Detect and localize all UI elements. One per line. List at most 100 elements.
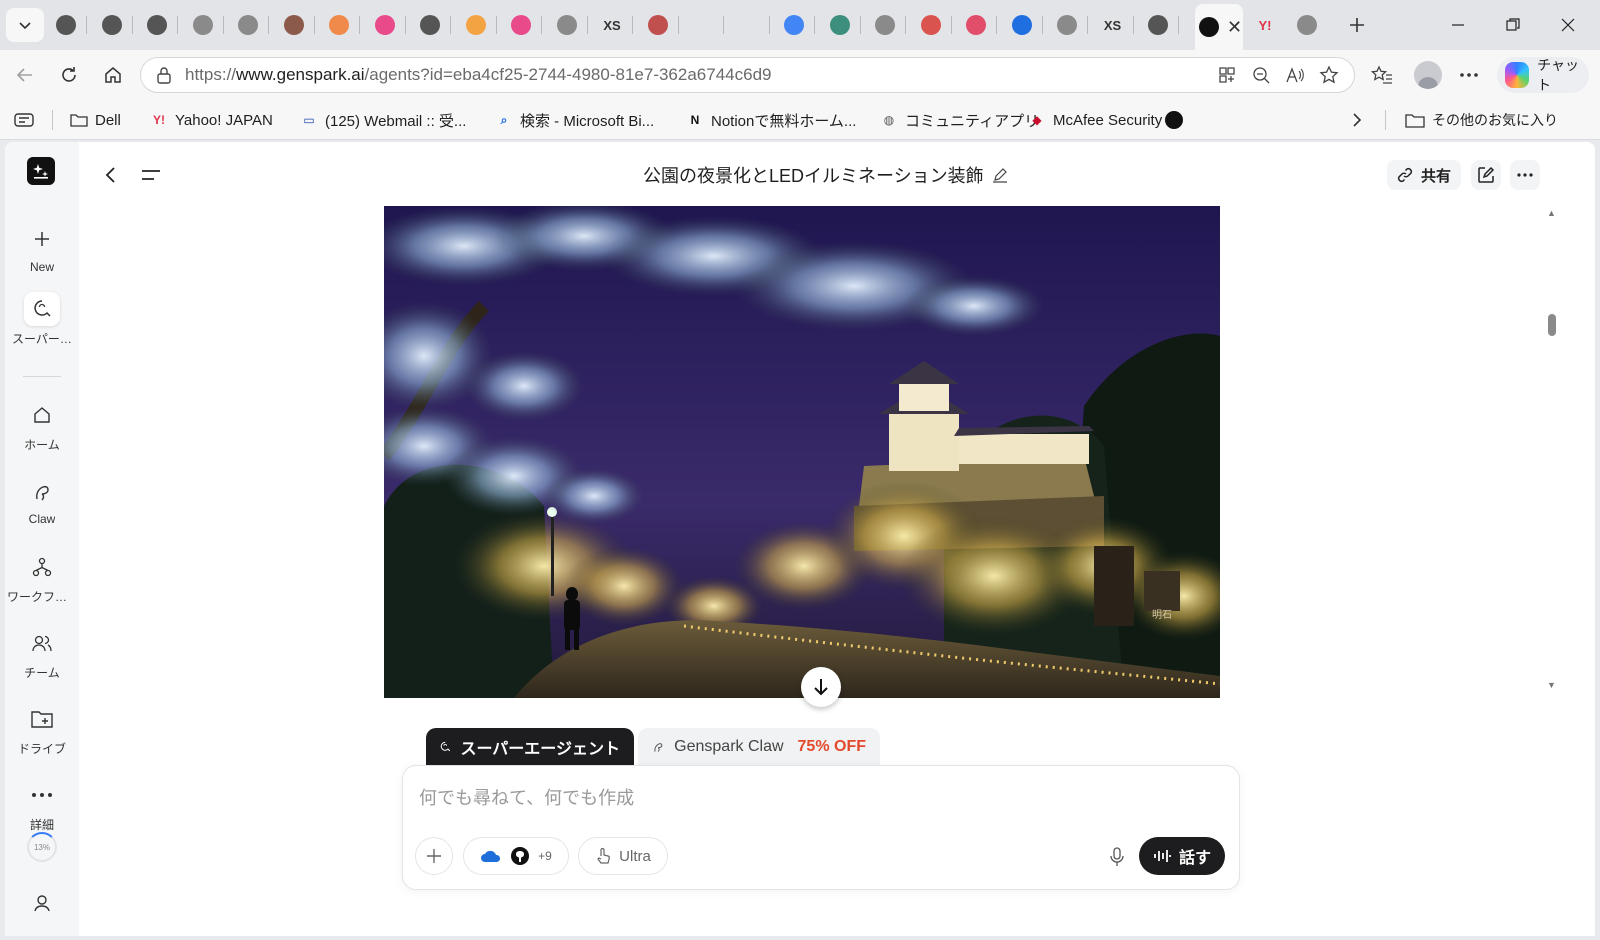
sidebar-item[interactable]: Claw [5,474,79,526]
history-menu-button[interactable] [136,160,166,190]
browser-tab[interactable]: XS [1103,8,1134,42]
browser-tab[interactable] [374,8,406,42]
browser-tab[interactable] [283,8,315,42]
browser-tab[interactable] [966,8,997,42]
tab-actions-menu-button[interactable] [6,8,44,42]
active-tab[interactable]: ✕ [1195,4,1243,50]
scroll-to-bottom-button[interactable] [801,667,841,707]
bookmark-item[interactable]: ▭ (125) Webmail :: 受... [300,108,466,132]
browser-tab[interactable] [1057,8,1088,42]
bookmark-item[interactable]: Dell [70,108,121,132]
profile-button[interactable] [1408,58,1448,92]
sidebar-new-button[interactable]: New [5,222,79,274]
back-button[interactable] [8,58,42,92]
sidebar-item[interactable]: ドライブ [5,702,79,757]
scrollbar-thumb[interactable] [1548,314,1556,336]
browser-tab[interactable] [1148,8,1179,42]
browser-tab[interactable] [556,8,588,42]
integrations-button[interactable]: +9 [463,837,569,875]
home-button[interactable] [96,58,130,92]
prompt-composer[interactable]: 何でも尋ねて、何でも作成 +9 Ultra 話す [402,765,1240,890]
sidebar-item[interactable]: スーパー… [5,292,79,347]
browser-tab[interactable] [101,8,133,42]
read-aloud-icon[interactable] [1284,64,1306,86]
share-button[interactable]: 共有 [1387,160,1461,190]
edit-pencil-icon[interactable] [992,167,1008,183]
other-favorites-folder[interactable]: その他のお気に入り [1405,108,1558,132]
settings-more-button[interactable] [1452,58,1486,92]
browser-tab[interactable]: XS [602,8,633,42]
close-tab-icon[interactable]: ✕ [1227,17,1242,38]
browser-tab[interactable] [875,8,906,42]
genspark-logo[interactable] [27,157,55,185]
app-available-icon[interactable] [1216,64,1238,86]
browser-tab[interactable] [920,8,952,42]
browser-tab[interactable] [1297,8,1317,42]
add-attachment-button[interactable] [415,837,453,875]
model-selector-button[interactable]: Ultra [578,837,668,875]
page-title[interactable]: 公園の夜景化とLEDイルミネーション装飾 [643,162,1008,188]
minimize-window-button[interactable] [1435,8,1481,42]
new-chat-button[interactable] [1471,160,1501,190]
browser-tab[interactable] [238,8,269,42]
browser-tab[interactable] [1011,8,1043,42]
browser-tab[interactable] [739,8,770,42]
browser-tab[interactable] [147,8,178,42]
voice-input-button[interactable] [1106,846,1128,868]
menu-lines-icon [142,170,160,180]
zoom-out-icon[interactable] [1250,64,1272,86]
bookmark-smiley[interactable] [1165,108,1183,132]
sidebar-item[interactable]: 詳細 [5,778,79,833]
sidebar-item[interactable]: ワークフロー [5,550,79,605]
talk-button[interactable]: 話す [1139,837,1225,875]
super-agent-mode-tab[interactable]: スーパーエージェント [426,728,634,766]
app-grid-icon [511,15,531,35]
bookmark-item[interactable]: N Notionで無料ホーム... [686,108,857,132]
reading-list-button[interactable] [14,108,34,132]
scroll-down-arrow-icon[interactable]: ▼ [1547,680,1556,690]
browser-tab[interactable] [420,8,451,42]
more-options-button[interactable] [1510,160,1540,190]
generated-image[interactable]: 明石 [384,206,1220,698]
bookmark-item[interactable]: ◆ McAfee Security [1028,108,1162,132]
prompt-input[interactable]: 何でも尋ねて、何でも作成 [419,784,634,810]
new-tab-button[interactable] [1340,8,1374,42]
favorites-button[interactable] [1365,58,1399,92]
url-text[interactable]: https://www.genspark.ai/agents?id=eba4cf… [185,65,771,85]
restore-window-button[interactable] [1490,8,1536,42]
browser-tab[interactable] [329,8,360,42]
tab-separator [313,16,315,34]
bookmark-item[interactable]: ◍ コミュニティアプリ [880,108,1039,132]
sidebar-account-button[interactable] [5,886,79,920]
bookmarks-overflow-button[interactable] [1352,108,1362,132]
genspark-claw-mode-tab[interactable]: Genspark Claw 75% OFF [638,728,880,766]
reload-button[interactable] [52,58,86,92]
browser-tab[interactable] [56,8,87,42]
back-nav-button[interactable] [95,160,125,190]
usage-progress-text: 13% [33,842,50,852]
content-scrollbar[interactable]: ▲ ▼ [1545,208,1559,694]
favorite-star-icon[interactable] [1318,64,1340,86]
close-window-button[interactable] [1545,8,1591,42]
sidebar-item[interactable]: ホーム [5,398,79,453]
browser-tab[interactable] [465,8,497,42]
browser-tab[interactable] [784,8,815,42]
browser-tab[interactable] [693,8,724,42]
bookmarks-divider [52,110,53,130]
browser-tab[interactable] [511,8,542,42]
tab-separator [859,16,861,34]
globe-icon [1057,15,1077,35]
scroll-up-arrow-icon[interactable]: ▲ [1547,208,1556,218]
sidebar-item-label: ワークフロー [7,590,77,604]
sidebar-item[interactable]: チーム [5,626,79,681]
browser-tab[interactable]: Y! [1255,8,1275,42]
browser-tab[interactable] [647,8,679,42]
bookmark-item[interactable]: Y! Yahoo! JAPAN [150,108,273,132]
usage-progress-ring[interactable]: 13% [27,832,57,862]
browser-tab[interactable] [192,8,224,42]
lock-icon[interactable] [153,66,175,84]
address-bar[interactable]: https://www.genspark.ai/agents?id=eba4cf… [140,57,1355,93]
browser-tab[interactable] [829,8,861,42]
bookmark-item[interactable]: ⌕ 検索 - Microsoft Bi... [495,108,655,132]
copilot-chat-button[interactable]: チャット [1497,57,1589,93]
